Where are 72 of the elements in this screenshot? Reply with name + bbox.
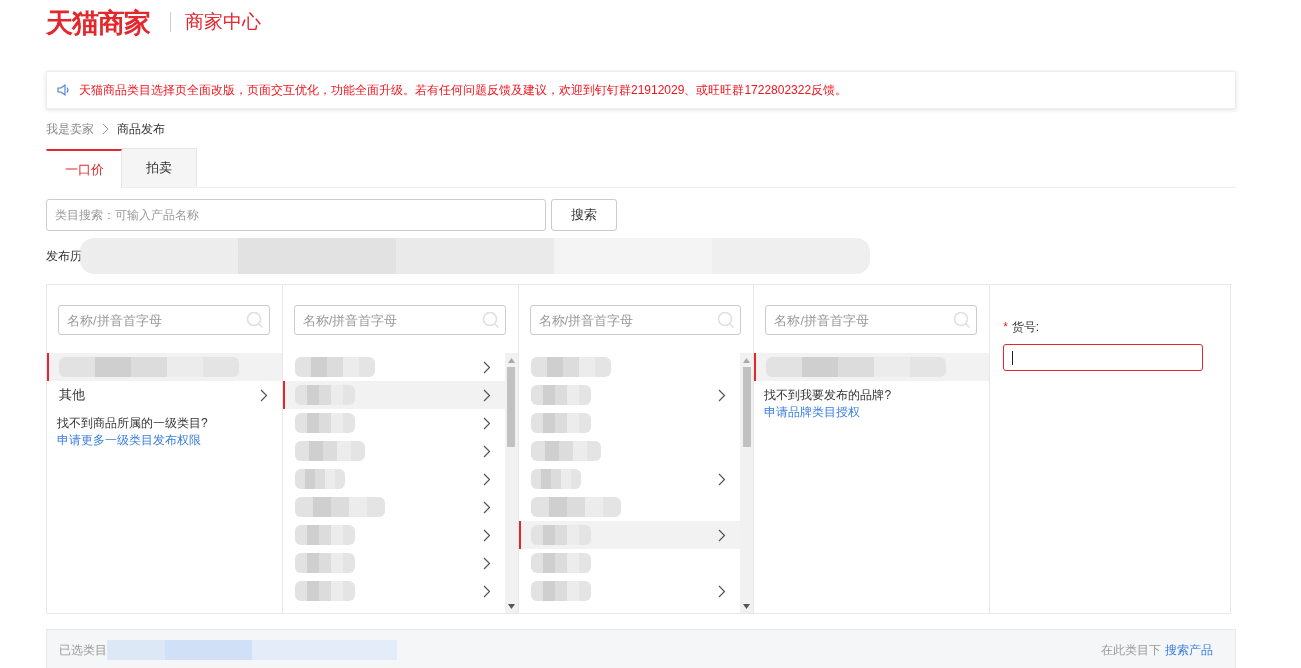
redacted-block: [530, 413, 591, 433]
redacted-block: [530, 525, 591, 545]
apply-link[interactable]: 申请品牌类目授权: [764, 405, 861, 419]
chevron-right-icon: [259, 388, 268, 402]
chevron-right-icon: [482, 444, 491, 458]
item-number-field[interactable]: [1003, 344, 1204, 371]
chevron-right-icon: [482, 416, 491, 430]
redacted-block: [530, 385, 591, 405]
redacted-block: [530, 469, 581, 489]
scroll-up-icon[interactable]: [743, 358, 751, 363]
search-button[interactable]: 搜索: [551, 199, 617, 231]
chevron-right-icon: [482, 528, 491, 542]
redacted-block: [530, 581, 591, 601]
chevron-right-icon: [718, 584, 727, 598]
tab[interactable]: 拍卖: [121, 148, 197, 187]
chevron-right-icon: [718, 388, 727, 402]
filter-field[interactable]: 名称/拼音首字母: [529, 305, 742, 335]
scroll-up-icon[interactable]: [507, 358, 515, 363]
redacted-block: [530, 441, 601, 461]
scrollbar[interactable]: [740, 353, 754, 613]
redacted-block: [294, 525, 355, 545]
search-products-link[interactable]: 搜索产品: [1165, 641, 1213, 659]
filter-field[interactable]: 名称/拼音首字母: [765, 305, 978, 335]
history-label: 发布历: [46, 247, 82, 265]
search-icon: [717, 311, 736, 329]
search-icon: [953, 311, 972, 329]
scroll-thumb[interactable]: [507, 367, 516, 447]
help-text: 找不到我要发布的品牌? 申请品牌类目授权: [763, 387, 893, 421]
help-text: 找不到商品所属的一级类目? 申请更多一级类目发布权限: [56, 415, 209, 449]
chevron-right-icon: [482, 388, 491, 402]
category-item[interactable]: [282, 381, 505, 409]
filter-field[interactable]: 名称/拼音首字母: [58, 305, 270, 335]
speaker-icon: [57, 83, 71, 97]
scroll-thumb[interactable]: [742, 367, 751, 447]
category-item[interactable]: 其他: [47, 381, 282, 409]
notice-text: 天猫商品类目选择页全面改版，页面交互优化，功能全面升级。若有任何问题反馈及建议，欢迎到钉钉群21912029、或旺旺群1722802322反馈。: [79, 81, 848, 99]
redacted-block: [530, 553, 591, 573]
scroll-down-icon[interactable]: [743, 604, 751, 609]
chevron-right-icon: [482, 360, 491, 374]
redacted-block: [294, 385, 355, 405]
brand-logo[interactable]: 天猫商家: [46, 5, 150, 41]
redacted-block: [294, 553, 355, 573]
page-subtitle: 商家中心: [185, 10, 261, 34]
category-name: 其他: [59, 387, 85, 402]
text-cursor: [1012, 350, 1014, 365]
search-icon: [481, 311, 500, 329]
filter-field[interactable]: 名称/拼音首字母: [293, 305, 506, 335]
category-search-field[interactable]: 类目搜索：可输入产品名称: [46, 199, 546, 231]
chevron-right-icon: [482, 584, 491, 598]
category-item[interactable]: [518, 521, 741, 549]
chevron-right-icon: [482, 500, 491, 514]
redacted-block: [294, 413, 355, 433]
field-label: 货号:: [1011, 320, 1040, 334]
chevron-right-icon: [482, 472, 491, 486]
redacted-block: [294, 581, 355, 601]
scrollbar[interactable]: [504, 353, 518, 613]
breadcrumb-link[interactable]: 我是卖家: [46, 120, 94, 138]
redacted-block: [294, 469, 345, 489]
tab[interactable]: 一口价: [46, 149, 122, 188]
search-icon: [245, 311, 264, 329]
chevron-right-icon: [718, 472, 727, 486]
breadcrumb-separator-icon: [102, 123, 109, 135]
apply-link[interactable]: 申请更多一级类目发布权限: [57, 433, 201, 447]
category-item[interactable]: [47, 353, 282, 381]
chevron-right-icon: [718, 528, 727, 542]
scroll-down-icon[interactable]: [507, 604, 515, 609]
selected-category-label: 已选类目: [59, 641, 107, 659]
footer-hint: 在此类目下: [1101, 641, 1161, 659]
category-item[interactable]: [754, 353, 990, 381]
required-mark: *: [1003, 320, 1008, 334]
redacted-block: [294, 441, 365, 461]
chevron-right-icon: [482, 556, 491, 570]
